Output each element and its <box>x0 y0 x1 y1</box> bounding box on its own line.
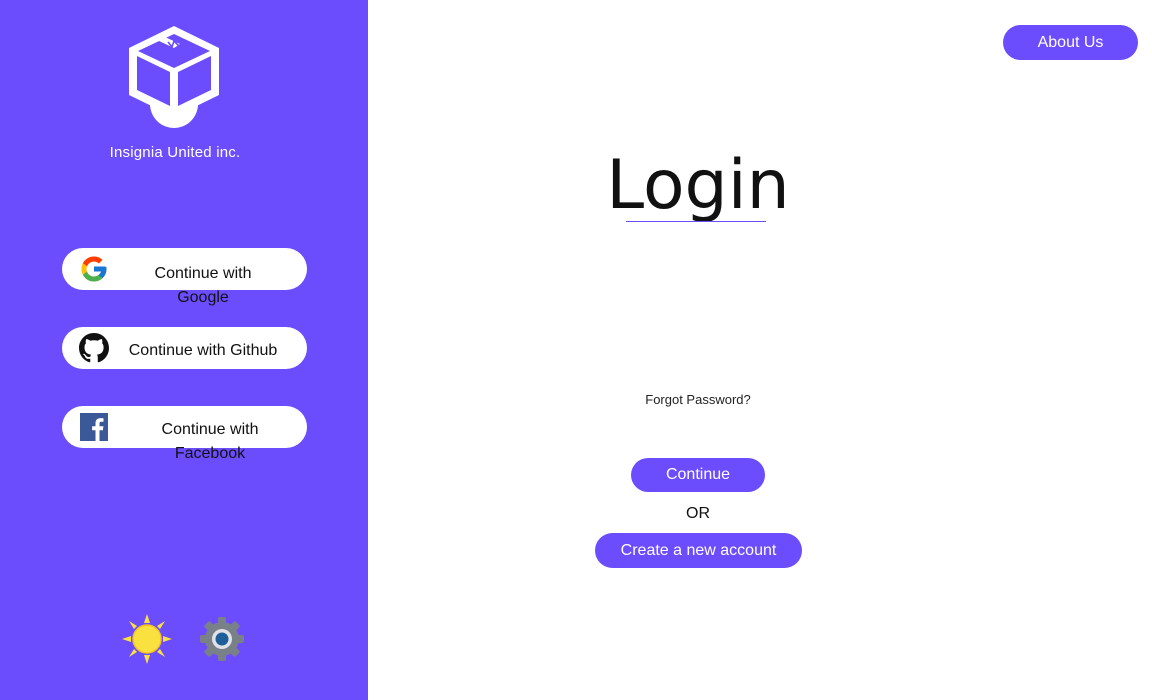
facebook-button-label: Continue with Facebook <box>161 421 259 462</box>
github-button-label: Continue with Github <box>128 342 278 359</box>
forgot-password-link[interactable]: Forgot Password? <box>598 392 798 407</box>
google-login-button[interactable]: Continue with Google <box>62 248 307 306</box>
facebook-icon <box>79 412 109 442</box>
or-separator: OR <box>686 505 710 522</box>
gear-icon[interactable] <box>195 612 249 666</box>
continue-button[interactable]: Continue <box>631 458 765 492</box>
about-us-button[interactable]: About Us <box>1003 25 1138 60</box>
facebook-login-button[interactable]: Continue with Facebook <box>62 406 307 462</box>
sidebar: Insignia United inc. Continue with Googl… <box>0 0 368 700</box>
github-login-button[interactable]: Continue with Github <box>62 327 307 369</box>
github-icon <box>79 333 109 363</box>
box-logo-icon <box>124 22 226 132</box>
create-account-button[interactable]: Create a new account <box>595 533 802 568</box>
page-title: Login <box>606 146 790 225</box>
company-name: Insignia United inc. <box>109 144 241 161</box>
google-icon <box>79 254 109 284</box>
sun-icon[interactable] <box>120 612 174 666</box>
google-button-label: Continue with Google <box>154 265 252 306</box>
title-underline <box>626 221 766 222</box>
